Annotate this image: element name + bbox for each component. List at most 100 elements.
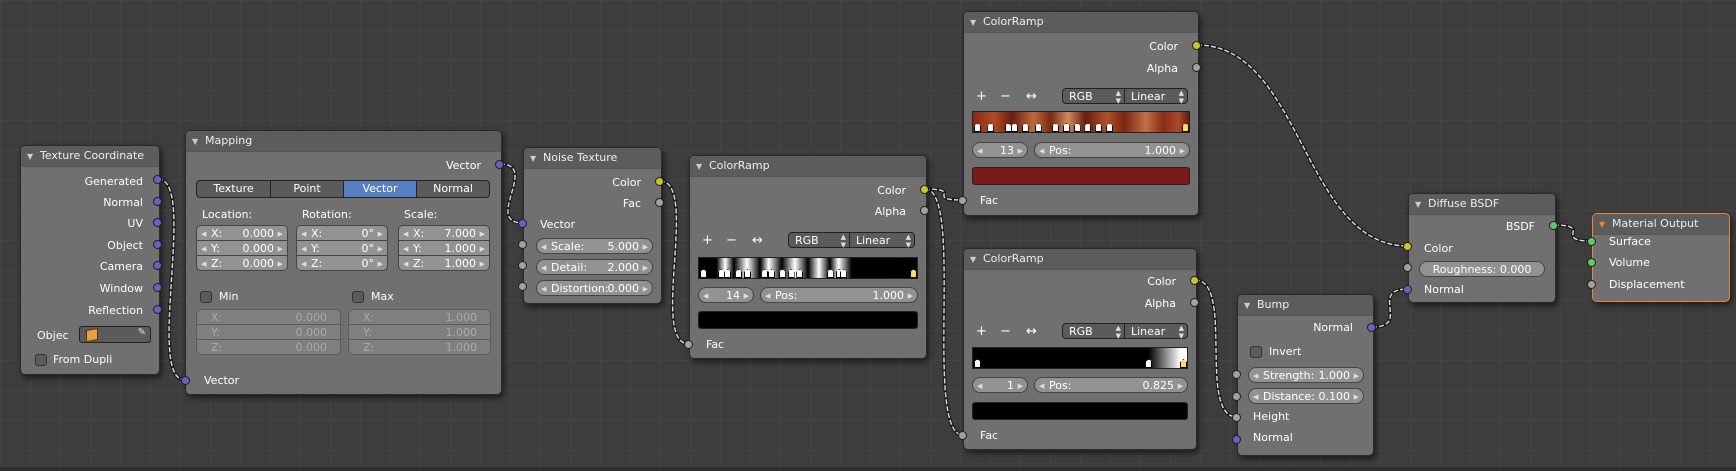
location-x-field[interactable]: ◀ X: 0.000 ▶ [196, 225, 288, 241]
scale-x-field[interactable]: ◀ X: 7.000 ▶ [398, 225, 490, 241]
colorramp-node-3[interactable]: ▼ ColorRamp Color Alpha + − ↔ RGB ▲ ▼ Linea… [963, 248, 1197, 450]
socket-out-uv[interactable] [153, 218, 162, 227]
ramp-stop-marker[interactable] [826, 269, 834, 278]
node-header[interactable]: ▼ Material Output [1593, 214, 1729, 235]
color-mode-dropdown[interactable]: RGB ▲ ▼ [1062, 88, 1125, 105]
ramp-stop-marker[interactable] [1052, 123, 1060, 132]
ramp-stop-marker[interactable] [796, 269, 804, 278]
colorramp-node-2[interactable]: ▼ ColorRamp Color Alpha + − ↔ RGB ▲ ▼ Linea… [963, 11, 1199, 216]
node-header[interactable]: ▼ Noise Texture [524, 148, 661, 169]
socket-out-normal[interactable] [153, 197, 162, 206]
ramp-stop-marker[interactable] [839, 269, 847, 278]
socket-in-ramp1-fac[interactable] [684, 340, 693, 349]
ramp-stop-marker[interactable] [910, 269, 917, 278]
color-ramp-bar[interactable] [972, 347, 1188, 369]
collapse-triangle-icon[interactable]: ▼ [696, 157, 709, 176]
distortion-field[interactable]: ◀ Distortion: 0.000 ▶ [536, 280, 653, 296]
remove-stop-button[interactable]: − [1000, 324, 1011, 340]
socket-out-reflection[interactable] [153, 305, 162, 314]
ramp-stop-marker[interactable] [1004, 123, 1012, 132]
socket-in-diffuse-color[interactable] [1403, 242, 1412, 251]
tab-vector[interactable]: Vector [343, 180, 417, 198]
stop-position-field[interactable]: ◀ Pos: 1.000 ▶ [760, 287, 918, 303]
from-dupli-checkbox[interactable] [35, 354, 47, 366]
stop-position-field[interactable]: ◀ Pos: 0.825 ▶ [1034, 377, 1188, 393]
ramp-stop-marker[interactable] [724, 269, 732, 278]
color-mode-dropdown[interactable]: RGB ▲ ▼ [788, 232, 850, 249]
ramp-stop-marker[interactable] [717, 269, 725, 278]
socket-out-diffuse-bsdf[interactable] [1549, 221, 1558, 230]
interpolation-dropdown[interactable]: Linear ▲ ▼ [1124, 88, 1188, 105]
bump-node[interactable]: ▼ Bump Normal Invert ◀ Strength: 1.000 ▶ ◀ Di… [1237, 294, 1374, 456]
location-y-field[interactable]: ◀ Y: 0.000 ▶ [196, 240, 288, 256]
scale-y-field[interactable]: ◀ Y: 1.000 ▶ [398, 240, 490, 256]
texture-coordinate-node[interactable]: ▼ Texture Coordinate Generated Normal UV … [20, 145, 160, 375]
ramp-stop-marker[interactable] [761, 269, 769, 278]
max-y-field[interactable]: Y: 1.000 [348, 324, 491, 340]
scale-field[interactable]: ◀ Scale: 5.000 ▶ [536, 238, 653, 254]
invert-checkbox[interactable] [1250, 346, 1262, 358]
ramp-stop-marker[interactable] [1062, 123, 1070, 132]
node-header[interactable]: ▼ Diffuse BSDF [1409, 194, 1555, 215]
collapse-triangle-icon[interactable]: ▼ [970, 250, 983, 269]
socket-out-camera[interactable] [153, 261, 162, 270]
rotation-y-field[interactable]: ◀ Y: 0° ▶ [296, 240, 388, 256]
collapse-triangle-icon[interactable]: ▼ [1244, 296, 1257, 315]
active-stop-index[interactable]: ◀ 14 ▶ [698, 287, 754, 303]
ramp-stop-marker[interactable] [974, 359, 981, 368]
ramp-stop-marker[interactable] [1106, 123, 1114, 132]
remove-stop-button[interactable]: − [726, 233, 737, 249]
max-x-field[interactable]: X: 1.000 [348, 309, 491, 325]
color-ramp-bar[interactable] [698, 257, 918, 279]
flip-ramp-button[interactable]: ↔ [1026, 324, 1037, 340]
socket-out-noise-color[interactable] [655, 177, 664, 186]
collapse-triangle-icon[interactable]: ▼ [1599, 215, 1612, 234]
min-y-field[interactable]: Y: 0.000 [196, 324, 341, 340]
socket-out-window[interactable] [153, 283, 162, 292]
detail-field[interactable]: ◀ Detail: 2.000 ▶ [536, 259, 653, 275]
socket-in-diffuse-roughness[interactable] [1403, 263, 1412, 272]
ramp-stop-marker[interactable] [778, 269, 786, 278]
ramp-stop-marker[interactable] [1182, 123, 1189, 132]
node-header[interactable]: ▼ ColorRamp [964, 12, 1198, 33]
socket-in-noise-detail[interactable] [518, 261, 527, 270]
socket-in-bump-height[interactable] [1232, 413, 1241, 422]
node-header[interactable]: ▼ ColorRamp [964, 249, 1196, 270]
node-link[interactable] [499, 163, 524, 224]
socket-in-diffuse-normal[interactable] [1403, 285, 1412, 294]
min-x-field[interactable]: X: 0.000 [196, 309, 341, 325]
location-z-field[interactable]: ◀ Z: 0.000 ▶ [196, 255, 288, 271]
ramp-stop-marker[interactable] [1180, 359, 1187, 368]
tab-point[interactable]: Point [270, 180, 344, 198]
flip-ramp-button[interactable]: ↔ [752, 233, 763, 249]
node-header[interactable]: ▼ Texture Coordinate [21, 146, 159, 167]
collapse-triangle-icon[interactable]: ▼ [530, 149, 543, 168]
ramp-stop-marker[interactable] [1021, 123, 1029, 132]
ramp-stop-marker[interactable] [1011, 123, 1019, 132]
socket-out-object[interactable] [153, 240, 162, 249]
interpolation-dropdown[interactable]: Linear ▲ ▼ [849, 232, 915, 249]
ramp-stop-marker[interactable] [700, 269, 707, 278]
object-field[interactable]: ✎ [79, 326, 151, 343]
ramp-stop-marker[interactable] [1145, 359, 1153, 368]
socket-out-generated[interactable] [153, 175, 162, 184]
diffuse-bsdf-node[interactable]: ▼ Diffuse BSDF BSDF Color Roughness: 0.00… [1408, 193, 1556, 303]
collapse-triangle-icon[interactable]: ▼ [970, 13, 983, 32]
ramp-stop-marker[interactable] [1095, 123, 1103, 132]
roughness-field[interactable]: Roughness: 0.000 [1419, 261, 1545, 277]
tab-normal[interactable]: Normal [416, 180, 490, 198]
ramp-stop-marker[interactable] [987, 123, 995, 132]
strength-field[interactable]: ◀ Strength: 1.000 ▶ [1248, 367, 1364, 383]
socket-in-mapping-vector[interactable] [181, 376, 190, 385]
node-header[interactable]: ▼ ColorRamp [690, 156, 926, 177]
horizontal-scrollbar[interactable] [0, 467, 1736, 471]
ramp-stop-marker[interactable] [974, 123, 981, 132]
add-stop-button[interactable]: + [976, 89, 987, 105]
active-stop-index[interactable]: ◀ 1 ▶ [972, 377, 1028, 393]
color-mode-dropdown[interactable]: RGB ▲ ▼ [1062, 323, 1125, 340]
min-checkbox[interactable] [200, 291, 212, 303]
tab-texture[interactable]: Texture [196, 180, 271, 198]
material-output-node[interactable]: ▼ Material Output Surface Volume Displace… [1592, 213, 1730, 302]
socket-in-surface[interactable] [1587, 237, 1596, 246]
ramp-stop-marker[interactable] [787, 269, 795, 278]
